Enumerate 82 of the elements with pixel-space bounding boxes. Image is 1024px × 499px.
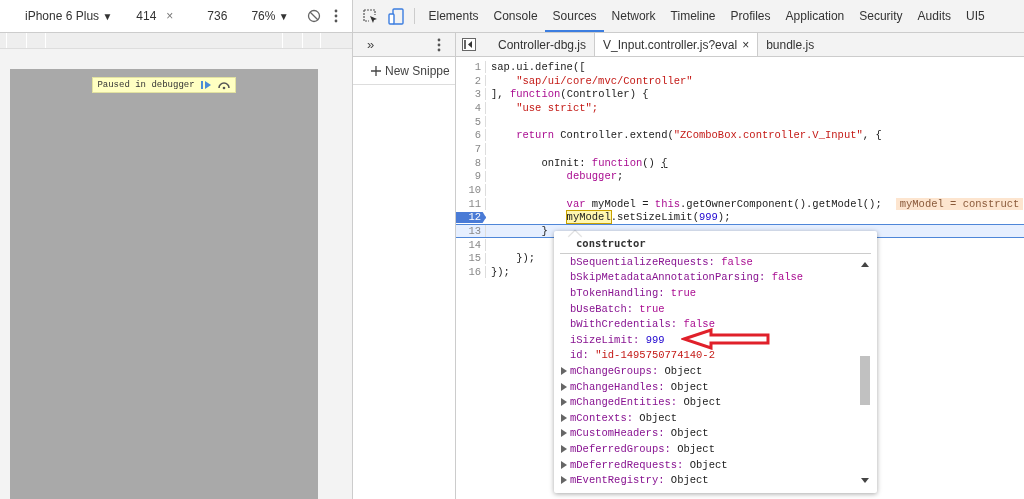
code-line: var myModel = this.getOwnerComponent().getModel(); [565,197,882,210]
device-select[interactable]: iPhone 6 Plus ▼ [25,9,113,23]
line-number[interactable]: 12 [456,211,486,224]
line-number[interactable]: 8 [456,156,486,169]
expand-icon[interactable] [560,413,568,422]
panel-tab[interactable]: Timeline [663,0,723,32]
line-number[interactable]: 5 [456,115,486,128]
property-entry: bSequentializeRequests: false [570,255,753,268]
line-number[interactable]: 16 [456,266,486,278]
plus-icon[interactable] [371,66,381,76]
property-entry: id: "id-1495750774140-2 [570,349,715,362]
width-field[interactable]: 414 [136,9,157,23]
expand-icon[interactable] [560,476,568,485]
panel-tab[interactable]: Elements [421,0,487,32]
line-number[interactable]: 15 [456,252,486,265]
line-number[interactable]: 10 [456,184,486,196]
expand-icon[interactable] [560,429,568,438]
file-tab[interactable]: V_Input.controller.js?eval × [594,33,759,56]
property-entry: mChangeGroups: Object [570,364,703,377]
line-number[interactable]: 11 [456,197,486,210]
code-line: onInit: function() { [540,156,668,169]
file-tab[interactable]: Controller-dbg.js [490,33,595,56]
line-number[interactable]: 4 [456,102,486,114]
property-entry: mDeferredRequests: Object [570,458,728,471]
panel-tab[interactable]: Console [486,0,546,32]
new-snippet-link[interactable]: New Snippe [385,64,450,78]
code-line: }); [491,266,510,279]
code-line: sap.ui.define([ [491,60,586,73]
line-number[interactable]: 1 [456,61,486,73]
panel-tab[interactable]: Profiles [723,0,779,32]
inspect-icon[interactable] [363,8,378,24]
times-sign: × [166,9,174,23]
property-entry: mDeferredGroups: Object [570,442,715,455]
expand-icon[interactable] [560,444,568,453]
property-entry: iSizeLimit: 999 [570,333,665,346]
expand-icon[interactable] [560,398,568,407]
panel-tab[interactable]: Audits [910,0,959,32]
resume-icon[interactable] [199,80,212,90]
code-line: "use strict"; [515,101,599,114]
expand-icon[interactable] [560,382,568,391]
property-entry: bTokenHandling: true [570,287,697,299]
zoom-select[interactable]: 76% ▼ [251,9,289,23]
device-mode-icon[interactable] [388,7,404,25]
scroll-down-icon[interactable] [861,478,869,483]
popover-title: constructor [560,231,871,254]
height-field[interactable]: 736 [207,9,228,23]
panel-tab[interactable]: Network [604,0,664,32]
more-icon[interactable] [437,37,441,52]
line-number[interactable]: 7 [456,143,486,155]
property-entry: mEventRegistry: Object [570,474,709,485]
line-number[interactable]: 14 [456,238,486,251]
more-icon[interactable] [334,9,338,23]
line-number[interactable]: 3 [456,88,486,101]
file-tab[interactable]: bundle.js [758,33,823,56]
paused-label: Paused in debugger [97,80,195,90]
code-line: "sap/ui/core/mvc/Controller" [515,74,693,87]
line-number[interactable]: 2 [456,74,486,87]
property-entry: bSkipMetadataAnnotationParsing: false [570,271,804,284]
more-tabs-button[interactable]: » [367,37,375,52]
property-entry: mContexts: Object [570,411,678,424]
property-entry: mChangeHandles: Object [570,380,709,393]
code-line: }); [515,252,536,265]
property-entry: bUseBatch: true [570,302,665,315]
property-entry: bWithCredentials: false [570,318,715,331]
panel-tab[interactable]: Security [851,0,911,32]
property-entry: mCustomHeaders: Object [570,427,709,440]
sidebar-toggle-icon[interactable] [462,38,476,51]
property-entry: mChangedEntities: Object [570,396,722,409]
inline-value: myModel = construct [895,197,1024,210]
code-line: debugger; [565,170,624,183]
scrollbar-thumb[interactable] [860,356,870,405]
expand-icon[interactable] [560,460,568,469]
line-number[interactable]: 6 [456,129,486,142]
code-line: ], function(Controller) { [491,88,649,101]
panel-tab[interactable]: UI5 [958,0,993,32]
code-line: return Controller.extend("ZComboBox.controller.V_Input", { [515,129,882,142]
line-number[interactable]: 9 [456,170,486,183]
step-over-icon[interactable] [216,80,231,90]
panel-tab[interactable]: Application [778,0,852,32]
code-line: } [540,225,548,238]
scroll-up-icon[interactable] [861,262,869,267]
expand-icon[interactable] [560,366,568,375]
